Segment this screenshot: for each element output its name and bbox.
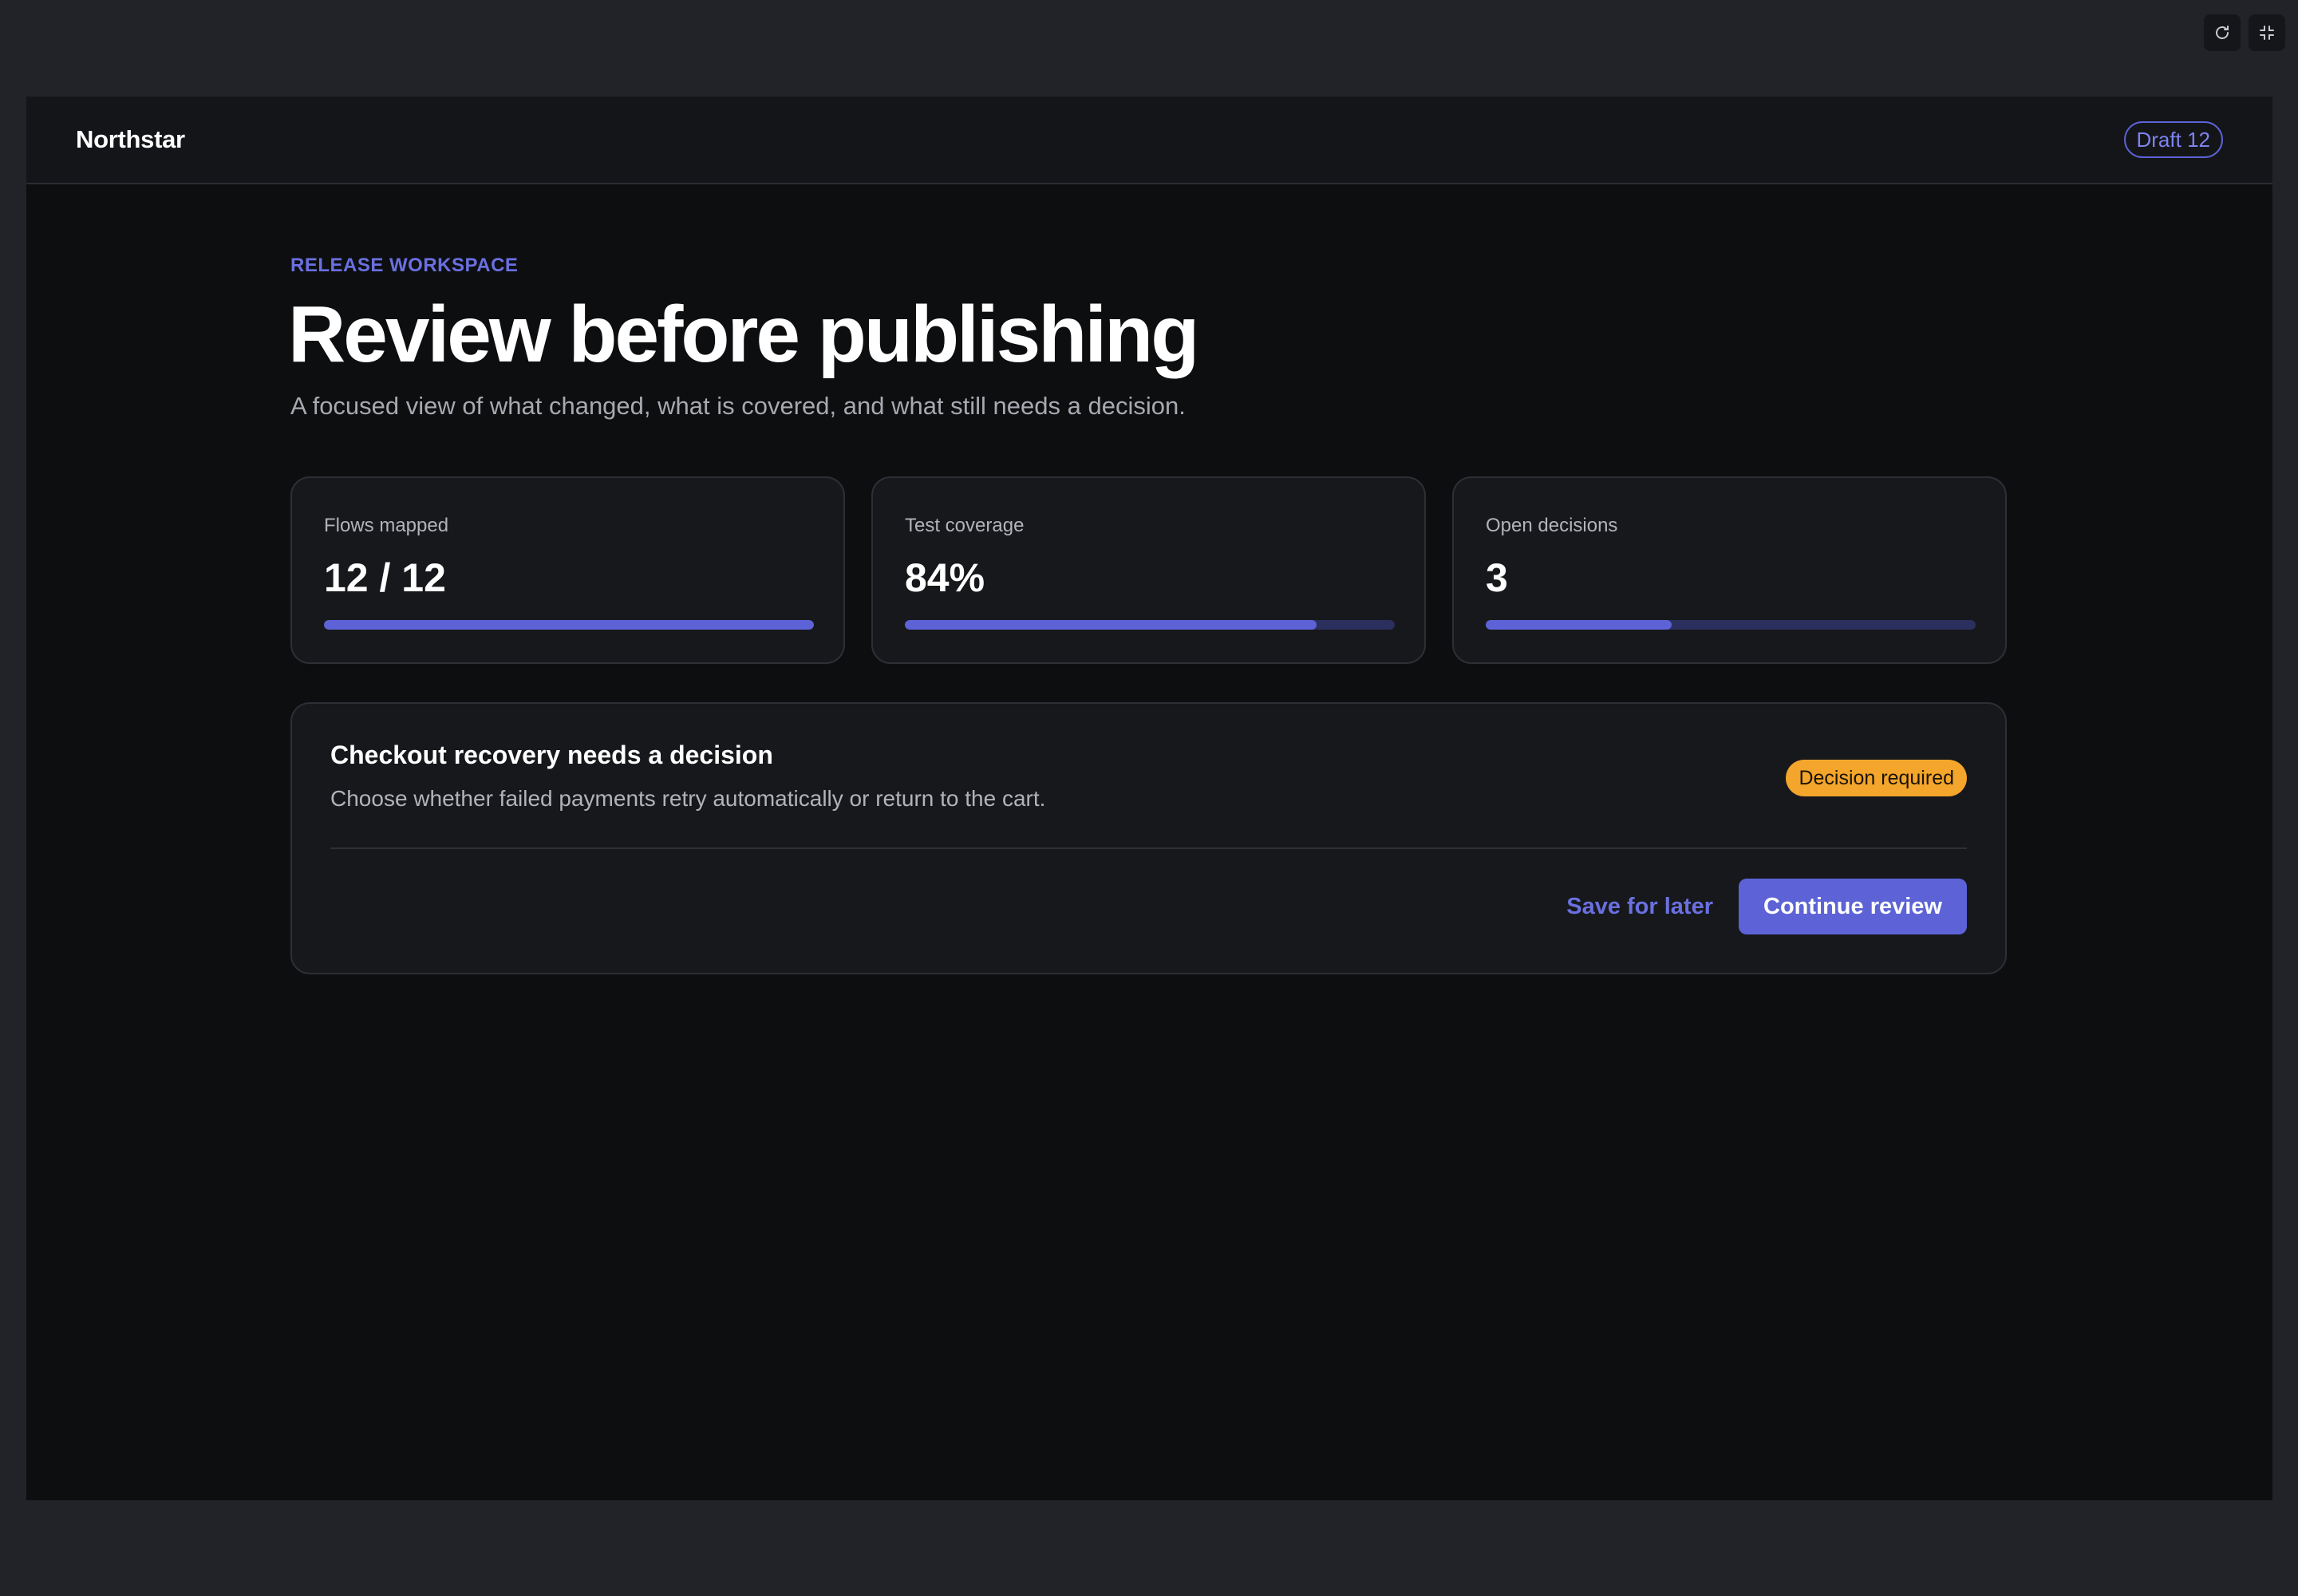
stats-row: Flows mapped 12 / 12 Test coverage 84% O… <box>290 476 2007 665</box>
draft-badge[interactable]: Draft 12 <box>2123 121 2223 158</box>
collapse-icon[interactable] <box>2249 14 2285 51</box>
progress-fill <box>905 620 1317 630</box>
progress-bar <box>324 620 814 630</box>
page-subtitle: A focused view of what changed, what is … <box>290 392 1186 420</box>
save-for-later-button[interactable]: Save for later <box>1566 894 1713 920</box>
brand-name[interactable]: Northstar <box>76 125 185 154</box>
stat-value: 84% <box>905 555 985 601</box>
continue-review-button[interactable]: Continue review <box>1739 879 1967 935</box>
section-eyebrow: RELEASE WORKSPACE <box>290 255 519 276</box>
refresh-icon[interactable] <box>2204 14 2241 51</box>
window-controls <box>2204 14 2285 51</box>
page-title: Review before publishing <box>288 290 1199 379</box>
decision-description: Choose whether failed payments retry aut… <box>330 786 1046 812</box>
progress-fill <box>1486 620 1672 630</box>
progress-fill <box>324 620 814 630</box>
decision-actions: Save for later Continue review <box>1566 879 1967 935</box>
stat-card-coverage: Test coverage 84% <box>871 476 1426 665</box>
stat-value: 12 / 12 <box>324 555 446 601</box>
stat-label: Test coverage <box>905 515 1025 537</box>
top-bar: Northstar Draft 12 <box>26 97 2272 184</box>
stat-label: Open decisions <box>1486 515 1618 537</box>
decision-card: Checkout recovery needs a decision Choos… <box>290 702 2007 975</box>
main-content: RELEASE WORKSPACE Review before publishi… <box>288 255 2007 975</box>
status-badge: Decision required <box>1786 760 1967 797</box>
progress-bar <box>905 620 1395 630</box>
stat-value: 3 <box>1486 555 1508 601</box>
progress-bar <box>1486 620 1976 630</box>
stat-card-flows: Flows mapped 12 / 12 <box>290 476 845 665</box>
stat-card-decisions: Open decisions 3 <box>1452 476 2007 665</box>
divider <box>330 847 1967 850</box>
decision-title: Checkout recovery needs a decision <box>330 741 773 770</box>
stat-label: Flows mapped <box>324 515 449 537</box>
app-frame: Northstar Draft 12 RELEASE WORKSPACE Rev… <box>26 97 2272 1500</box>
